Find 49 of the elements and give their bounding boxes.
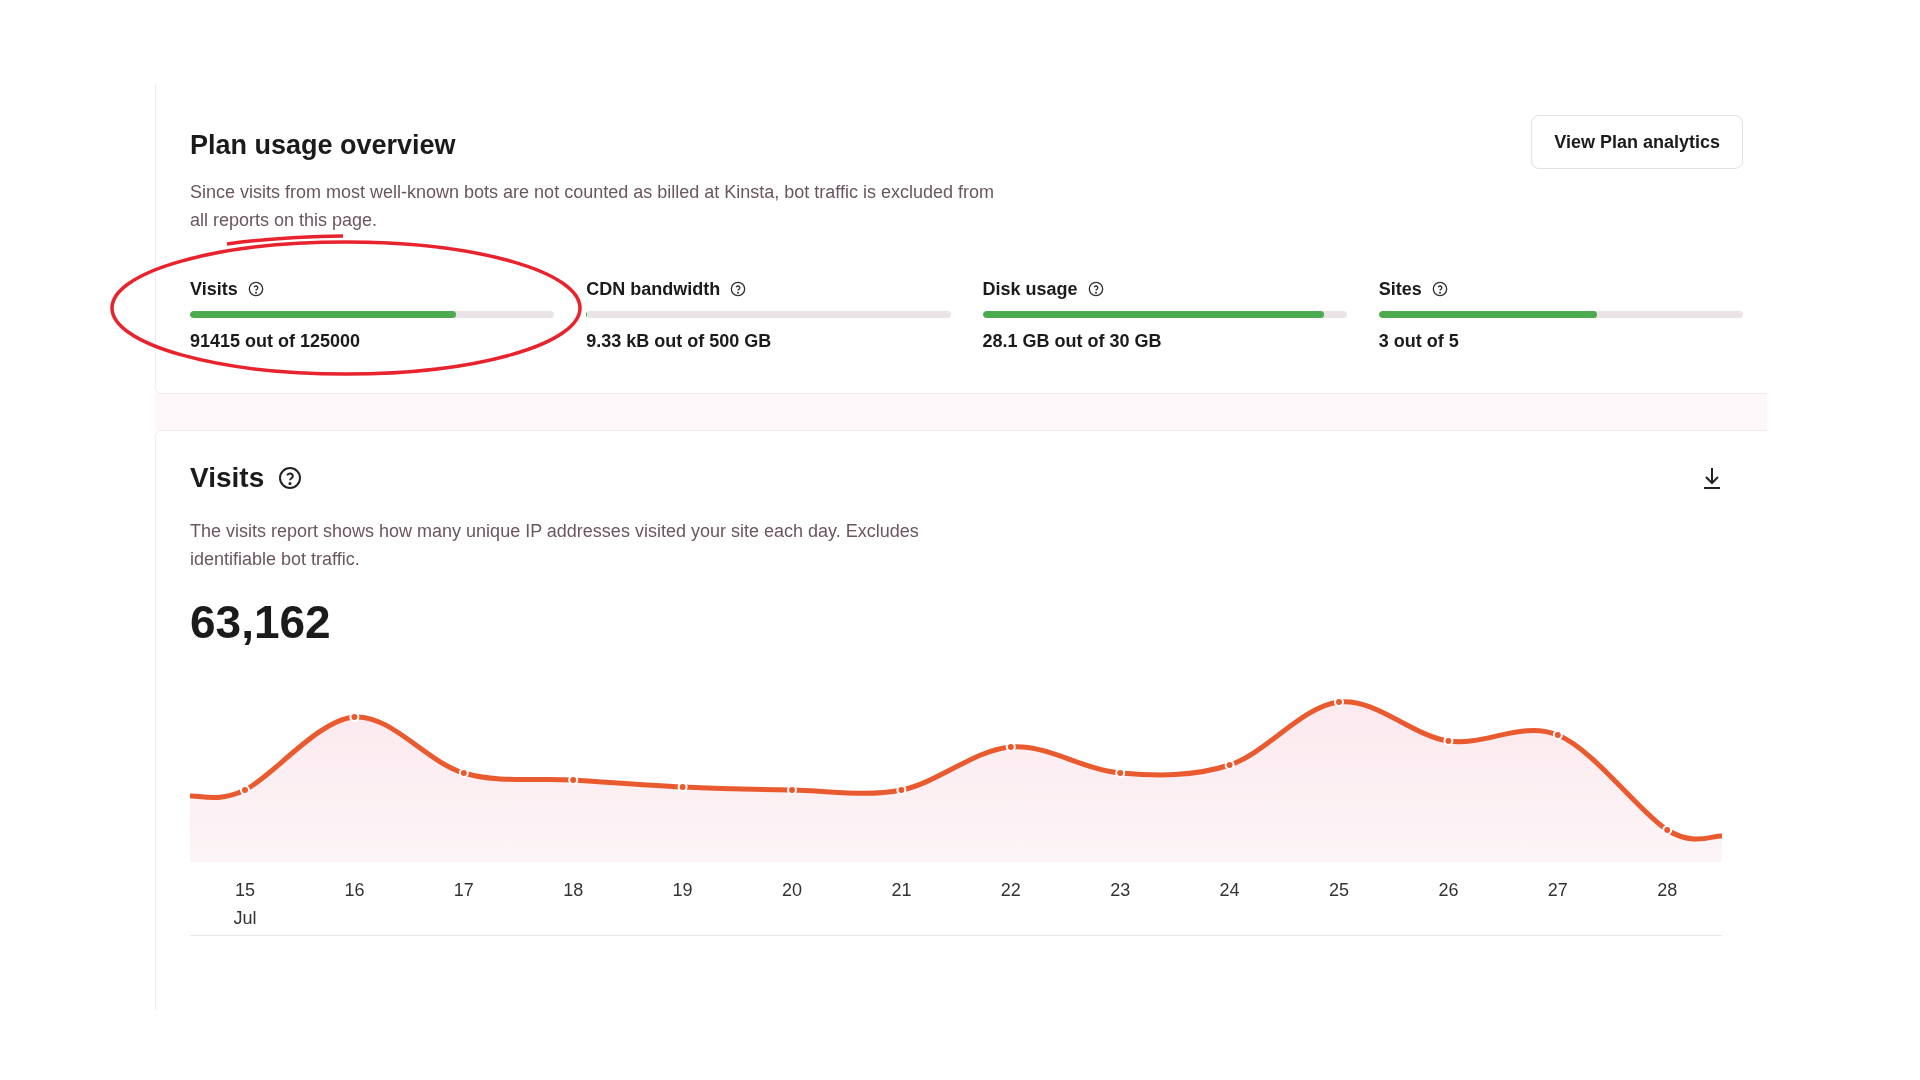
usage-reading: 28.1 GB out of 30 GB — [982, 329, 1163, 353]
axis-label: Jul — [232, 906, 258, 930]
axis-label: 17 — [452, 878, 475, 902]
data-point — [1552, 729, 1563, 740]
data-point — [349, 711, 360, 722]
usage-reading: 3 out of 5 — [1378, 329, 1460, 353]
metric-label: Disk usage — [982, 277, 1078, 301]
axis-label: 27 — [1546, 878, 1569, 902]
data-point — [1334, 696, 1344, 707]
download-icon[interactable] — [1701, 465, 1723, 490]
data-point — [1224, 759, 1235, 770]
axis-label: 26 — [1437, 878, 1460, 902]
section-title: Visits — [190, 460, 265, 495]
axis-label: 19 — [671, 878, 694, 902]
axis-label: 22 — [999, 878, 1022, 902]
data-point — [458, 767, 469, 778]
data-point — [1115, 767, 1126, 778]
axis-label: 15 — [234, 878, 256, 902]
axis-label: 24 — [1218, 878, 1241, 902]
axis-label: 18 — [562, 878, 585, 902]
help-icon[interactable] — [278, 465, 303, 490]
data-point — [896, 784, 907, 795]
axis-label: 25 — [1328, 878, 1350, 902]
help-icon[interactable] — [730, 281, 747, 297]
metric-label: Visits — [190, 277, 238, 301]
usage-reading: 9.33 kB out of 500 GB — [586, 329, 773, 353]
data-point — [568, 774, 579, 785]
data-point — [787, 784, 797, 795]
total-visits: 63,162 — [190, 598, 332, 645]
axis-label: 20 — [781, 878, 803, 902]
help-icon[interactable] — [247, 281, 264, 297]
usage-reading: 91415 out of 125000 — [190, 329, 362, 353]
metric-label: Sites — [1378, 277, 1422, 301]
section-title: Plan usage overview — [190, 129, 457, 162]
help-icon[interactable] — [1087, 281, 1104, 297]
data-point — [677, 781, 688, 792]
data-point — [1662, 824, 1673, 835]
data-point — [240, 784, 250, 795]
axis-label: 16 — [343, 878, 366, 902]
metric-label: CDN bandwidth — [586, 277, 721, 301]
axis-label: 21 — [890, 878, 913, 902]
description: Since visits from most well-known bots are not counted as billed at Kinsta, bot traffic is excluded from all reports on this page. — [190, 180, 996, 232]
help-icon[interactable] — [1431, 281, 1448, 297]
view-plan-analytics-button[interactable]: View Plan analytics — [1531, 115, 1743, 169]
axis-label: 28 — [1656, 878, 1679, 902]
axis-label: 23 — [1109, 878, 1132, 902]
data-point — [1005, 741, 1016, 752]
data-point — [1443, 735, 1454, 746]
description: The visits report shows how many unique IP addresses visited your site each day. Excludes identifiable bot traffic. — [190, 519, 920, 571]
